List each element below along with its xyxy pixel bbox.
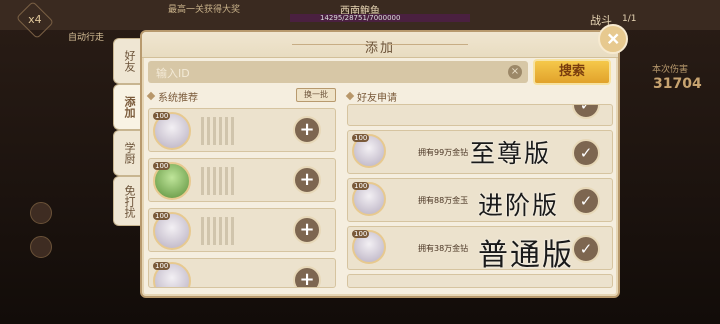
tab-friends[interactable]: 好友 — [113, 38, 143, 84]
clear-icon[interactable]: × — [508, 65, 522, 79]
add-friend-button[interactable]: + — [293, 216, 321, 244]
accept-button[interactable]: ✓ — [572, 235, 600, 263]
level-badge: 100 — [153, 262, 171, 270]
request-text: 拥有88万金玉 — [418, 196, 469, 205]
diamond-icon — [345, 91, 355, 101]
id-search-input[interactable]: 输入ID — [148, 61, 528, 83]
recommend-card: 100 + — [148, 258, 336, 288]
damage-label: 本次伤害 — [652, 65, 689, 75]
requests-header-label: 好友申请 — [357, 92, 397, 104]
level-badge: 100 — [352, 230, 370, 238]
overlay-label-premium: 至尊版 — [470, 139, 552, 168]
add-friend-button[interactable]: + — [293, 116, 321, 144]
level-badge: 100 — [352, 134, 370, 142]
level-badge: 100 — [153, 162, 171, 170]
request-row: ✓ — [347, 104, 613, 126]
auto-walk-label[interactable]: 自动行走 — [68, 30, 104, 43]
dialog-title-bar: 添加 — [142, 32, 618, 58]
blurred-name — [201, 117, 237, 145]
add-friend-button[interactable]: + — [293, 166, 321, 194]
boss-hp-text: 14295/28751/7000000 — [320, 14, 401, 22]
level-badge: 100 — [153, 212, 171, 220]
level-badge: 100 — [352, 182, 370, 190]
title-decoration-right — [388, 44, 468, 45]
add-friend-button[interactable]: + — [293, 266, 321, 287]
accept-button[interactable]: ✓ — [572, 187, 600, 215]
round-counter: 1/1 — [622, 14, 637, 24]
request-text: 拥有99万金钻 — [418, 148, 469, 157]
accept-button[interactable]: ✓ — [572, 139, 600, 167]
accept-button[interactable]: ✓ — [572, 105, 600, 119]
top-notice-text: 最高一关获得大奖 — [168, 5, 241, 15]
recommend-card: 100 + — [148, 208, 336, 252]
blurred-name — [201, 217, 237, 245]
recommend-card: 100 + — [148, 158, 336, 202]
recommend-header-label: 系统推荐 — [158, 92, 198, 104]
dialog-title: 添加 — [364, 41, 395, 56]
overlay-label-standard: 普通版 — [478, 238, 574, 273]
recommend-card: 100 + — [148, 108, 336, 152]
chat-icon[interactable] — [30, 236, 52, 258]
request-text: 拥有38万金钻 — [418, 244, 469, 253]
recommend-column: 系统推荐 换一批 100 + 100 + 100 + 100 + — [146, 88, 336, 290]
blurred-name — [201, 167, 237, 195]
diamond-icon — [146, 91, 156, 101]
request-row — [347, 274, 613, 288]
requests-header: 好友申请 — [345, 88, 613, 104]
level-badge: 100 — [153, 112, 171, 120]
search-button[interactable]: 搜索 — [533, 59, 611, 85]
tab-add[interactable]: 添加 — [113, 84, 143, 130]
tab-learn-cook[interactable]: 学厨 — [113, 130, 143, 176]
damage-value: 31704 — [653, 76, 702, 92]
chef-icon[interactable] — [30, 202, 52, 224]
overlay-label-advanced: 进阶版 — [478, 191, 560, 220]
refresh-button[interactable]: 换一批 — [296, 88, 336, 102]
tab-do-not-disturb[interactable]: 免打扰 — [113, 176, 143, 226]
